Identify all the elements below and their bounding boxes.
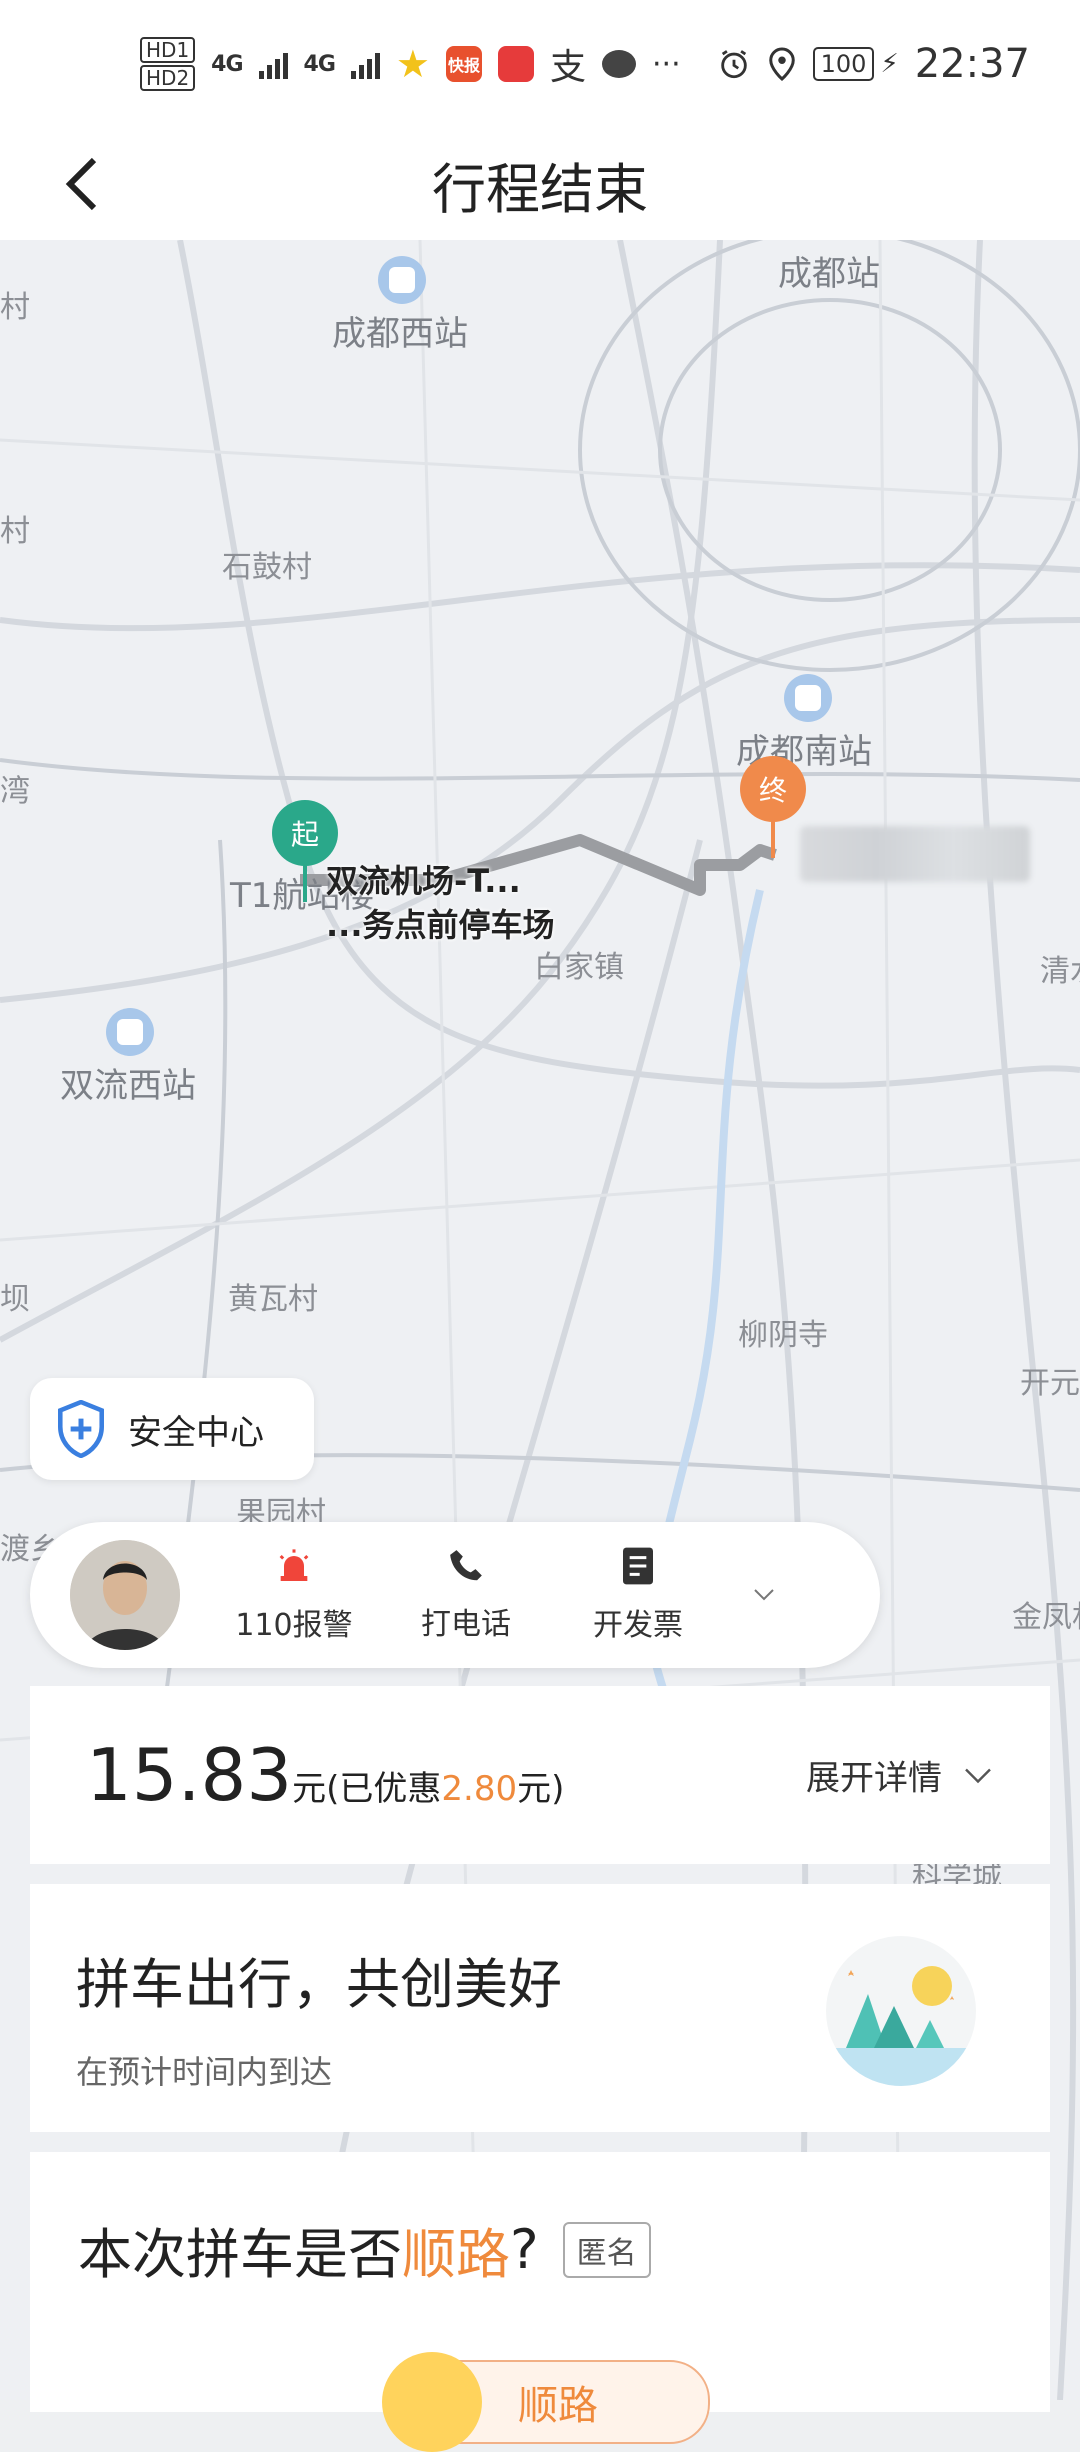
safety-center-button[interactable]: 安全中心: [30, 1378, 314, 1480]
map-label-jinfeng: 金凤村: [1012, 1600, 1080, 1635]
call-driver-button[interactable]: 打电话: [380, 1535, 552, 1655]
invoice-label: 开发票: [593, 1608, 683, 1643]
more-notifications: ···: [652, 46, 681, 82]
expand-details-label: 展开详情: [806, 1758, 942, 1799]
end-location-redacted: [800, 826, 1030, 882]
survey-question-suffix: ?: [510, 2218, 539, 2281]
sim-indicators: HD1 HD2: [140, 37, 196, 91]
chevron-left-icon: [65, 157, 97, 211]
anonymous-badge: 匿名: [562, 2221, 651, 2278]
map-label-qingshui: 清水: [1040, 954, 1080, 989]
fare-unit-suffix: 元): [517, 1769, 565, 1809]
police-110-button[interactable]: 110报警: [208, 1535, 380, 1655]
driver-avatar[interactable]: [70, 1540, 180, 1650]
chevron-down-icon: [965, 1768, 991, 1783]
network-type-2: 4G: [303, 51, 336, 77]
invoice-document-icon: [623, 1547, 653, 1585]
back-button[interactable]: [40, 142, 124, 226]
start-location-line1: 双流机场-T...: [326, 862, 521, 900]
map-label-chengdu-west: 成都西站: [332, 314, 468, 354]
map-label-left-cun1: 村: [0, 290, 30, 325]
status-bar: HD1 HD2 4G 4G ★ 快报 支 ··· 100 ⚡ 22:37: [0, 0, 1080, 128]
location-icon: [768, 47, 795, 82]
status-bar-right: 100 ⚡ 22:37: [717, 41, 1030, 87]
map-label-shigu: 石鼓村: [222, 550, 312, 585]
star-app-icon: ★: [395, 42, 430, 86]
alipay-icon: 支: [550, 47, 587, 88]
trip-action-bar: 110报警 打电话 开发票: [30, 1522, 880, 1668]
clock: 22:37: [914, 41, 1030, 87]
hd2-badge: HD2: [140, 65, 196, 91]
end-marker-stick: [771, 818, 775, 858]
invoice-button[interactable]: 开发票: [552, 1535, 724, 1655]
smiley-face-icon: [382, 2352, 482, 2452]
signal-bars-2-icon: [350, 49, 380, 79]
signal-bars-1-icon: [258, 49, 288, 79]
expand-details-button[interactable]: 展开详情: [806, 1751, 992, 1800]
map-label-kaiyuan: 开元: [1020, 1366, 1080, 1401]
survey-question-highlight: 顺路: [402, 2223, 510, 2286]
police-label: 110报警: [235, 1608, 353, 1643]
shield-plus-icon: [58, 1400, 104, 1458]
map-label-liuyin: 柳阴寺: [738, 1318, 828, 1353]
map-label-left-ba: 坝: [0, 1282, 30, 1317]
huawei-store-icon: [498, 46, 534, 82]
more-actions-button[interactable]: [724, 1555, 804, 1635]
chevron-down-icon: [754, 1589, 774, 1601]
phone-icon: [450, 1550, 482, 1581]
kuaibao-app-icon: 快报: [446, 46, 482, 82]
landscape-illustration-icon: [826, 1936, 976, 2086]
siren-icon: [279, 1549, 309, 1581]
start-location-line2: ...务点前停车场: [326, 906, 555, 944]
title-bar: 行程结束: [0, 128, 1080, 241]
page-title: 行程结束: [432, 157, 648, 221]
start-marker-stick: [303, 862, 307, 902]
train-station-icon: [378, 256, 426, 304]
chat-bubble-icon: [602, 50, 637, 78]
survey-question: 本次拼车是否 顺路? 匿名: [78, 2210, 1002, 2289]
battery-level: 100: [812, 47, 875, 81]
network-type-1: 4G: [211, 51, 243, 77]
route-survey-card: 本次拼车是否 顺路? 匿名 顺路: [30, 2152, 1050, 2452]
driver-portrait-icon: [70, 1540, 180, 1650]
train-station-icon: [784, 674, 832, 722]
fare-amount: 15.83: [86, 1733, 293, 1817]
map-label-chengdu-station: 成都站: [778, 254, 880, 294]
hd1-badge: HD1: [140, 37, 196, 63]
map-label-baijia: 白家镇: [534, 950, 624, 985]
survey-question-prefix: 本次拼车是否: [78, 2223, 402, 2286]
fare-card: 15.83元(已优惠2.80元) 展开详情: [30, 1686, 1050, 1864]
end-marker: 终: [740, 756, 806, 822]
status-bar-left: HD1 HD2 4G 4G ★ 快报 支 ···: [140, 37, 681, 91]
map-label-huangwa: 黄瓦村: [228, 1282, 318, 1317]
train-station-icon: [106, 1008, 154, 1056]
map-label-left-cun2: 村: [0, 514, 30, 549]
charging-icon: ⚡: [880, 49, 899, 79]
call-label: 打电话: [421, 1607, 511, 1642]
survey-answer-label: 顺路: [518, 2383, 598, 2429]
fare-summary: 15.83元(已优惠2.80元): [86, 1733, 564, 1817]
survey-answer-on-route-button[interactable]: 顺路: [382, 2352, 710, 2452]
fare-discount: 2.80: [441, 1769, 518, 1809]
fare-unit-prefix: 元(已优惠: [292, 1769, 442, 1809]
safety-center-label: 安全中心: [128, 1412, 264, 1453]
map-label-shuangliu-west: 双流西站: [60, 1066, 196, 1106]
alarm-icon: [720, 50, 747, 79]
carpool-promo-card: 拼车出行，共创美好 在预计时间内到达: [30, 1884, 1050, 2132]
map-label-left-wan: 湾: [0, 774, 30, 809]
